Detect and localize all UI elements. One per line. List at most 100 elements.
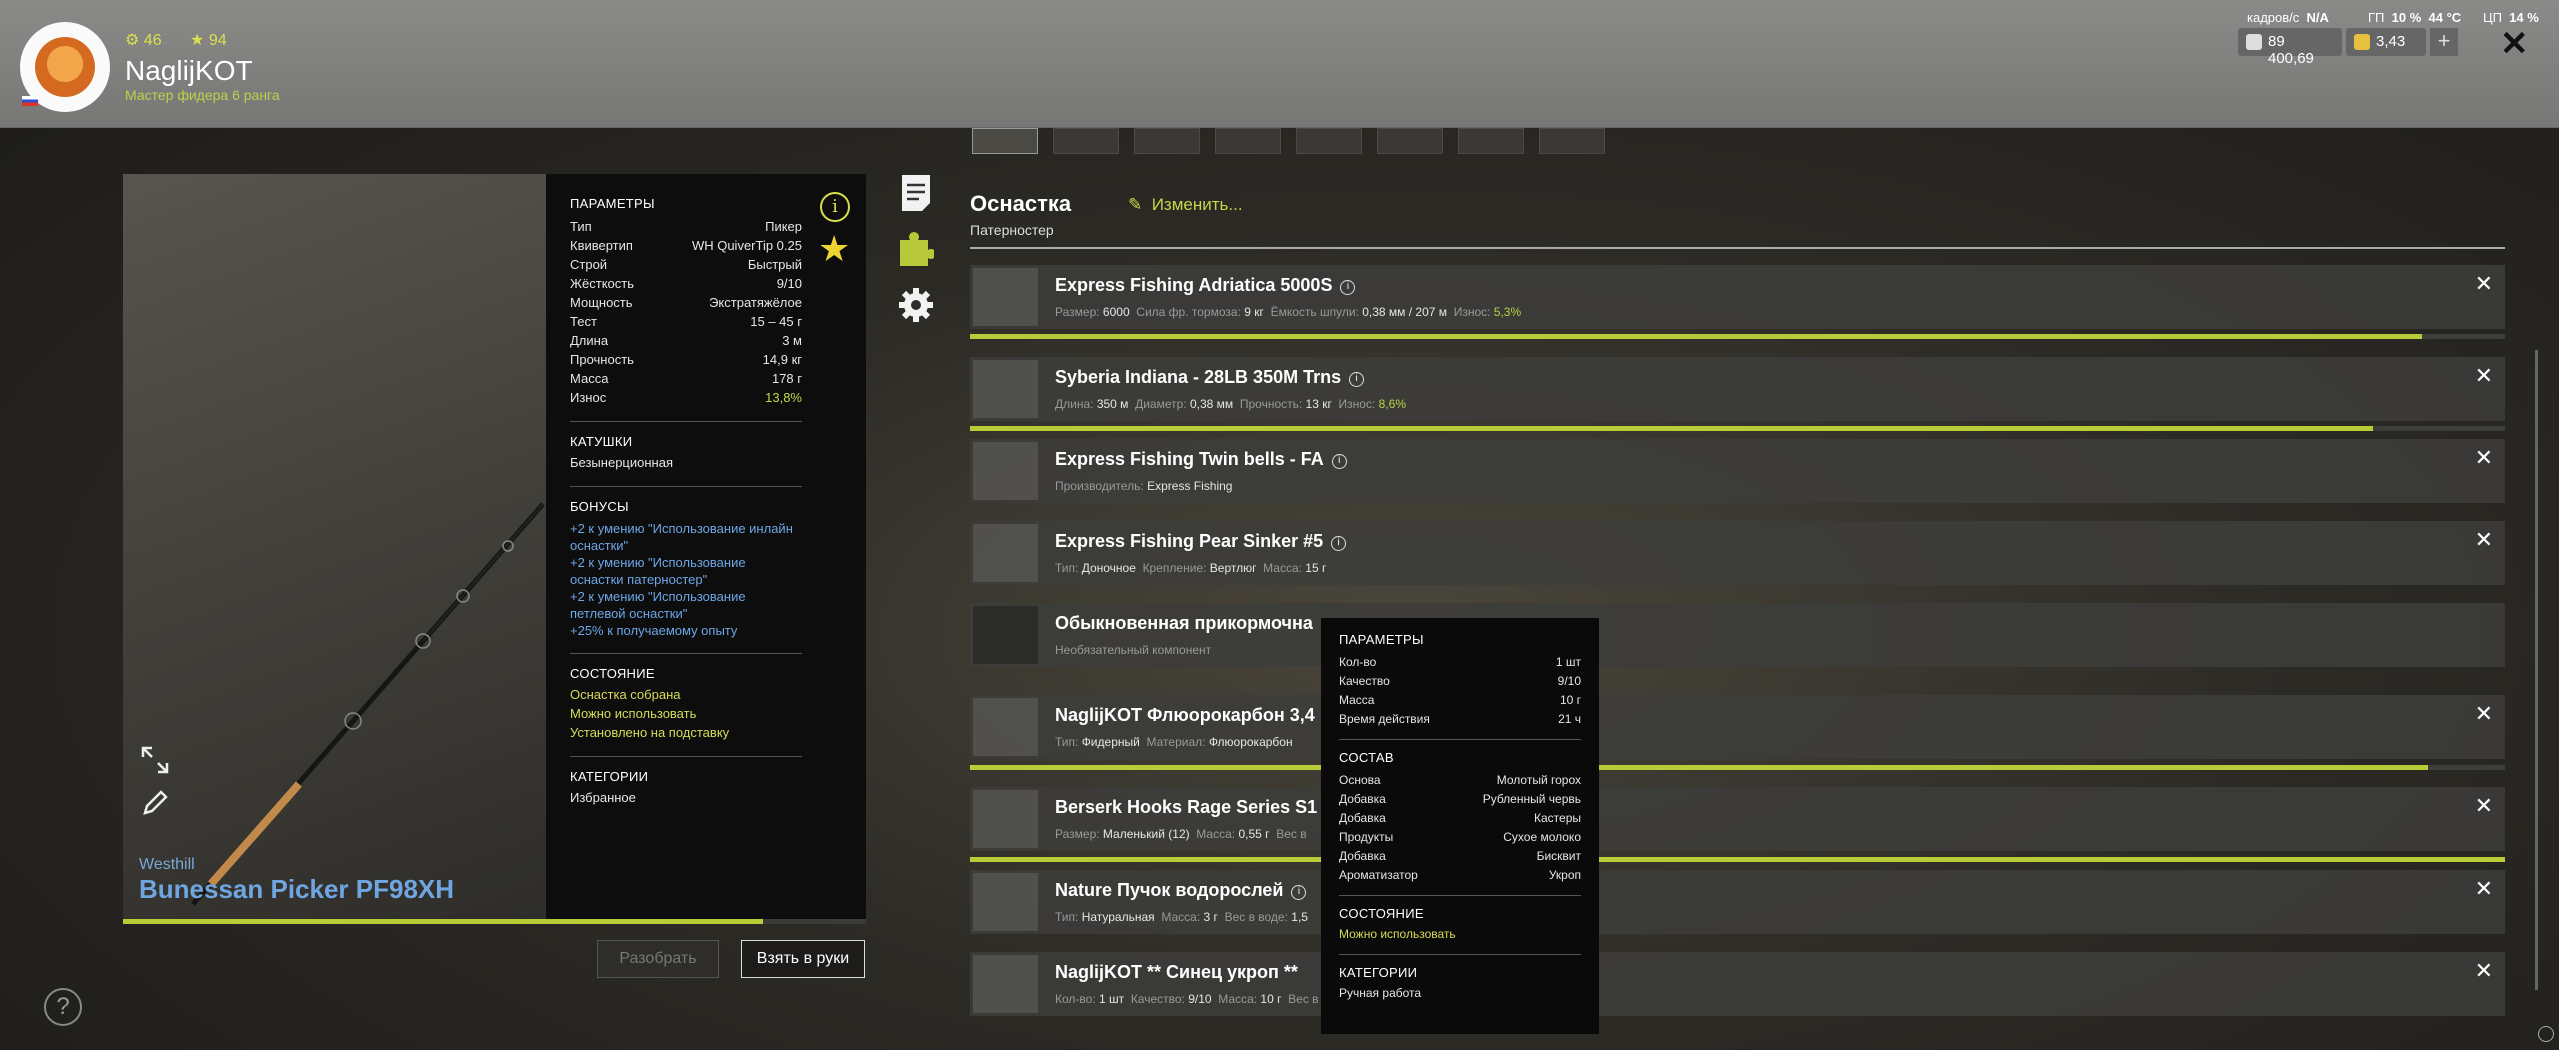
divider: [1339, 954, 1581, 955]
rig-item-reel[interactable]: Express Fishing Adriatica 5000S i Размер:…: [970, 265, 2505, 329]
divider: [1339, 895, 1581, 896]
rod-brand: Westhill: [139, 856, 195, 873]
divider: [570, 653, 802, 654]
bonus-item: +2 к умению "Использование инлайн оснаст…: [570, 521, 793, 553]
tooltip-row: Кол-во 1 шт: [1339, 655, 1581, 669]
silver-balance: 89 400,69: [2238, 28, 2342, 67]
info-icon[interactable]: i: [1349, 372, 1365, 387]
rig-item-line[interactable]: Syberia Indiana - 28LB 350M Trns i Длина:…: [970, 357, 2505, 421]
param-row: Строй Быстрый: [570, 257, 802, 272]
rig-item-hook[interactable]: Berserk Hooks Rage Series S1 S Размер: М…: [970, 787, 2505, 851]
remove-item-button[interactable]: ✕: [2475, 527, 2493, 553]
param-row: Масса 178 г: [570, 371, 802, 386]
tooltip-params-title: ПАРАМЕТРЫ: [1339, 632, 1424, 647]
gpu-stat: ГП 10 % 44 °C: [2368, 10, 2462, 25]
document-icon[interactable]: [898, 173, 934, 213]
tab-thumb[interactable]: [972, 128, 1038, 154]
expand-icon[interactable]: [140, 745, 170, 775]
settings-corner-icon[interactable]: [2538, 1026, 2554, 1042]
item-details: Длина: 350 м Диаметр: 0,38 мм Прочность:…: [1055, 397, 1406, 411]
item-details: Кол-во: 1 шт Качество: 9/10 Масса: 10 г …: [1055, 992, 1319, 1006]
tooltip-row: Качество 9/10: [1339, 674, 1581, 688]
item-tooltip: ПАРАМЕТРЫ Кол-во 1 шт Качество 9/10 Масса 1…: [1321, 618, 1599, 1034]
bonus-item: +25% к получаемому опыту: [570, 623, 738, 638]
tab-thumb[interactable]: [1539, 128, 1605, 154]
tab-thumb[interactable]: [1134, 128, 1200, 154]
disassemble-button[interactable]: Разобрать: [597, 940, 719, 978]
info-icon[interactable]: i: [1331, 454, 1347, 469]
favorite-star-icon[interactable]: ★: [818, 228, 850, 270]
silver-coin-icon: [2246, 34, 2262, 50]
wear-fill: [970, 334, 2423, 339]
take-in-hands-button[interactable]: Взять в руки: [741, 940, 865, 978]
rig-item-bells[interactable]: Express Fishing Twin bells - FA i Произво…: [970, 439, 2505, 503]
wear-bar: [970, 765, 2505, 770]
rig-item-sinker[interactable]: Express Fishing Pear Sinker #5 i Тип: Дон…: [970, 521, 2505, 585]
item-details: Тип: Доночное Крепление: Вертлюг Масса: …: [1055, 561, 1327, 575]
tab-thumb[interactable]: [1053, 128, 1119, 154]
rig-item-groundbait[interactable]: NaglijKOT ** Синец укроп ** Кол-во: 1 шт…: [970, 952, 2505, 1016]
info-icon[interactable]: i: [1291, 885, 1307, 900]
help-icon[interactable]: ?: [44, 988, 82, 1026]
item-details: Производитель: Express Fishing: [1055, 479, 1233, 493]
remove-item-button[interactable]: ✕: [2475, 793, 2493, 819]
rod-image: [191, 502, 545, 906]
level-b: 94: [208, 32, 227, 49]
tab-thumb[interactable]: [1458, 128, 1524, 154]
rig-item-feeder[interactable]: Обыкновенная прикормочна Необязательный …: [970, 603, 2505, 667]
remove-item-button[interactable]: ✕: [2475, 363, 2493, 389]
param-row: Тип Пикер: [570, 219, 802, 234]
fps-stat: кадров/с N/A: [2247, 10, 2329, 25]
remove-item-button[interactable]: ✕: [2475, 876, 2493, 902]
info-icon[interactable]: i: [1331, 536, 1347, 551]
param-row: Жёсткость 9/10: [570, 276, 802, 291]
item-name: Express Fishing Pear Sinker #5 i: [1055, 531, 1347, 552]
divider: [570, 421, 802, 422]
item-name: Berserk Hooks Rage Series S1 S: [1055, 797, 1335, 817]
divider: [1339, 739, 1581, 740]
player-rank: Мастер фидера 6 ранга: [125, 87, 280, 103]
tab-thumb[interactable]: [1215, 128, 1281, 154]
bells-thumbnail: [973, 442, 1038, 500]
tooltip-state: Можно использовать: [1339, 927, 1456, 941]
gear-icon[interactable]: [898, 285, 934, 325]
puzzle-icon[interactable]: [898, 228, 934, 268]
bonus-item: +2 к умению "Использование петлевой осна…: [570, 589, 746, 621]
rig-item-bait[interactable]: Nature Пучок водорослей i Тип: Натуральна…: [970, 870, 2505, 934]
tooltip-row: Продукты Сухое молоко: [1339, 830, 1581, 844]
state-item: Установлено на подставку: [570, 725, 730, 740]
remove-item-button[interactable]: ✕: [2475, 701, 2493, 727]
info-icon[interactable]: i: [1340, 280, 1356, 295]
tab-thumb[interactable]: [1296, 128, 1362, 154]
categories-value: Избранное: [570, 790, 636, 805]
item-details: Необязательный компонент: [1055, 643, 1212, 657]
rig-title: Оснастка: [970, 191, 1072, 216]
tooltip-cat-title: КАТЕГОРИИ: [1339, 965, 1418, 980]
state-title: СОСТОЯНИЕ: [570, 666, 655, 681]
gold-coin-icon: [2354, 34, 2370, 50]
change-rig-button[interactable]: ✎ Изменить...: [1128, 195, 1243, 215]
close-button[interactable]: ✕: [2500, 24, 2529, 64]
edit-pencil-icon[interactable]: [140, 788, 170, 818]
param-row: Мощность Экстратяжёлое: [570, 295, 802, 310]
scrollbar[interactable]: [2535, 350, 2538, 990]
param-row: Износ 13,8%: [570, 390, 802, 405]
rod-preview: [123, 174, 546, 919]
remove-item-button[interactable]: ✕: [2475, 271, 2493, 297]
divider: [970, 247, 2505, 249]
reels-value: Безынерционная: [570, 455, 673, 470]
item-name: Обыкновенная прикормочна: [1055, 613, 1313, 633]
rig-item-leader[interactable]: NaglijKOT Флюорокарбон 3,4 Тип: Фидерный…: [970, 695, 2505, 759]
remove-item-button[interactable]: ✕: [2475, 958, 2493, 984]
add-gold-button[interactable]: +: [2430, 28, 2458, 56]
groundbait-thumbnail: [973, 955, 1038, 1013]
bonus-title: БОНУСЫ: [570, 499, 629, 514]
info-icon[interactable]: i: [820, 192, 850, 222]
item-details: Тип: Натуральная Масса: 3 г Вес в воде: …: [1055, 910, 1308, 924]
remove-item-button[interactable]: ✕: [2475, 445, 2493, 471]
player-nick: NaglijKOT: [125, 55, 253, 86]
tab-thumb[interactable]: [1377, 128, 1443, 154]
wear-bar: [970, 857, 2505, 862]
hook-thumbnail: [973, 790, 1038, 848]
tooltip-row: Ароматизатор Укроп: [1339, 868, 1581, 882]
